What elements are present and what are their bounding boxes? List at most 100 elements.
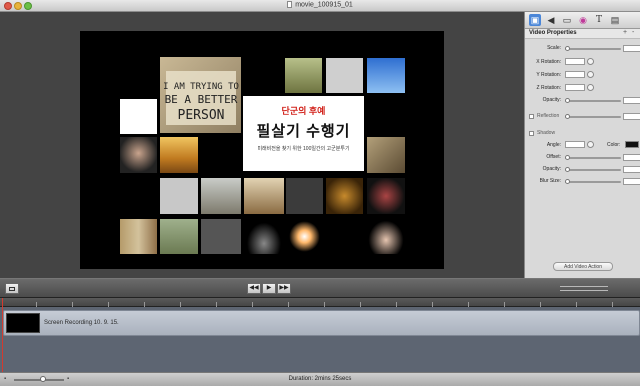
app-window: movie_100915_01 I AM TRYING TO BE A BETT… [0,0,640,386]
blur-size-label: Blur Size: [539,178,561,184]
photo-tile-lion [326,178,363,214]
clip-label: Screen Recording 10. 9. 15. [44,320,119,326]
shadow-opacity-field[interactable] [623,166,640,173]
blur-size-slider-knob[interactable] [565,179,570,184]
photo-tile-red-object [367,178,405,214]
fast-forward-button[interactable]: ▶▶ [277,283,291,294]
angle-dial[interactable] [587,141,594,148]
x-rotation-dial[interactable] [587,58,594,65]
photo-tile-desert [160,137,198,173]
remove-property-button[interactable]: - [632,29,634,36]
audio-meter-bottom [560,290,608,291]
scale-slider-knob[interactable] [565,46,570,51]
canvas-area: I AM TRYING TO BE A BETTER PERSON 단군의 후예… [0,12,524,278]
color-label: Color: [607,142,621,148]
target-icon[interactable]: ◉ [577,14,589,26]
offset-slider[interactable] [565,155,621,160]
y-rotation-label: Y Rotation: [536,72,561,78]
play-button[interactable]: ▶ [262,283,276,294]
screen-icon[interactable]: ▭ [561,14,573,26]
z-rotation-label: Z Rotation: [536,85,561,91]
reflection-checkbox[interactable] [529,114,534,119]
add-video-action-button[interactable]: Add Video Action [553,262,613,271]
scale-field[interactable] [623,45,640,52]
scale-slider[interactable] [565,46,621,51]
sign-line-2: BE A BETTER [165,93,238,106]
z-rotation-field[interactable] [565,84,585,91]
video-properties-header: Video Properties + - [525,29,640,39]
shadow-checkbox[interactable] [529,131,534,136]
photo-tile-person [244,178,284,214]
photo-tile-dark [286,178,323,214]
photo-tile-gray-2 [160,178,198,214]
blur-size-slider[interactable] [565,179,621,184]
audio-meter-top [560,286,608,287]
panel-icon [9,287,15,291]
opacity-label: Opacity: [542,97,561,103]
photo-tile-dome [244,219,284,254]
playhead[interactable] [2,298,3,374]
reflection-slider-knob[interactable] [565,114,570,119]
reflection-field[interactable] [623,113,640,120]
y-rotation-field[interactable] [565,71,585,78]
clip-thumbnail [6,313,40,333]
y-rotation-dial[interactable] [587,71,594,78]
film-icon[interactable]: ▣ [529,14,541,26]
photo-tile-group [201,178,241,214]
z-rotation-dial[interactable] [587,84,594,91]
video-canvas[interactable]: I AM TRYING TO BE A BETTER PERSON 단군의 후예… [80,31,444,269]
opacity-slider-knob[interactable] [565,98,570,103]
timeline-clip[interactable]: Screen Recording 10. 9. 15. [3,310,640,336]
photo-tile-gray [326,58,363,93]
x-rotation-label: X Rotation: [536,59,561,65]
video-properties-title: Video Properties [529,30,577,36]
shadow-opacity-label: Opacity: [542,166,561,172]
toggle-media-panel-button[interactable] [5,283,19,294]
timeline-ruler[interactable] [0,298,640,307]
offset-label: Offset: [546,154,561,160]
reflection-label: Reflection [537,113,560,119]
sign-line-3: PERSON [178,108,225,123]
angle-label: Angle: [546,142,561,148]
inspector-tabs: ▣ ◀ ▭ ◉ T ▤ [525,12,640,29]
shadow-opacity-slider-knob[interactable] [565,167,570,172]
document-icon [287,1,293,8]
text-icon[interactable]: T [593,14,605,26]
offset-slider-knob[interactable] [565,155,570,160]
sign-line-1: I AM TRYING TO [163,82,239,92]
photo-tile-gray-3 [201,219,241,254]
title-bar: movie_100915_01 [0,0,640,12]
timeline-tracks: Screen Recording 10. 9. 15. [0,307,640,372]
duration-text: Duration: 2mins 25secs [288,376,352,382]
title-card-line-1: 단군의 후예 [281,106,326,116]
photo-tile-face [120,137,157,173]
opacity-slider[interactable] [565,98,621,103]
title-card-subtitle: 미래비전을 찾기 위한 100일간의 고군분투기 [257,146,350,152]
photo-tile-sparkle [286,219,323,254]
photo-tile-kids [160,219,198,254]
add-property-button[interactable]: + [623,29,627,36]
opacity-field[interactable] [623,97,640,104]
speaker-icon[interactable]: ◀ [545,14,557,26]
window-title: movie_100915_01 [0,1,640,8]
blur-size-field[interactable] [623,178,640,185]
window-title-text: movie_100915_01 [295,1,353,9]
shadow-color-well[interactable] [625,141,639,148]
scale-label: Scale: [547,45,561,51]
photo-tile-hand [367,219,405,254]
clipboard-icon[interactable]: ▤ [609,14,621,26]
inspector-panel: ▣ ◀ ▭ ◉ T ▤ Video Properties + - Scale: … [524,12,640,278]
offset-field[interactable] [623,154,640,161]
title-card[interactable]: 단군의 후예 필살기 수행기 미래비전을 찾기 위한 100일간의 고군분투기 [243,96,364,171]
photo-tile-books [120,219,157,254]
reflection-slider[interactable] [565,114,621,119]
rewind-button[interactable]: ◀◀ [247,283,261,294]
photo-tile-sky [367,58,405,93]
shadow-opacity-slider[interactable] [565,167,621,172]
transport-bar: ◀◀ ▶ ▶▶ [0,278,640,298]
x-rotation-field[interactable] [565,58,585,65]
angle-field[interactable] [565,141,585,148]
photo-tile-blank-white [120,99,157,134]
status-bar: ▪ ▪ Duration: 2mins 25secs [0,372,640,386]
photo-tile-toy [285,58,322,93]
